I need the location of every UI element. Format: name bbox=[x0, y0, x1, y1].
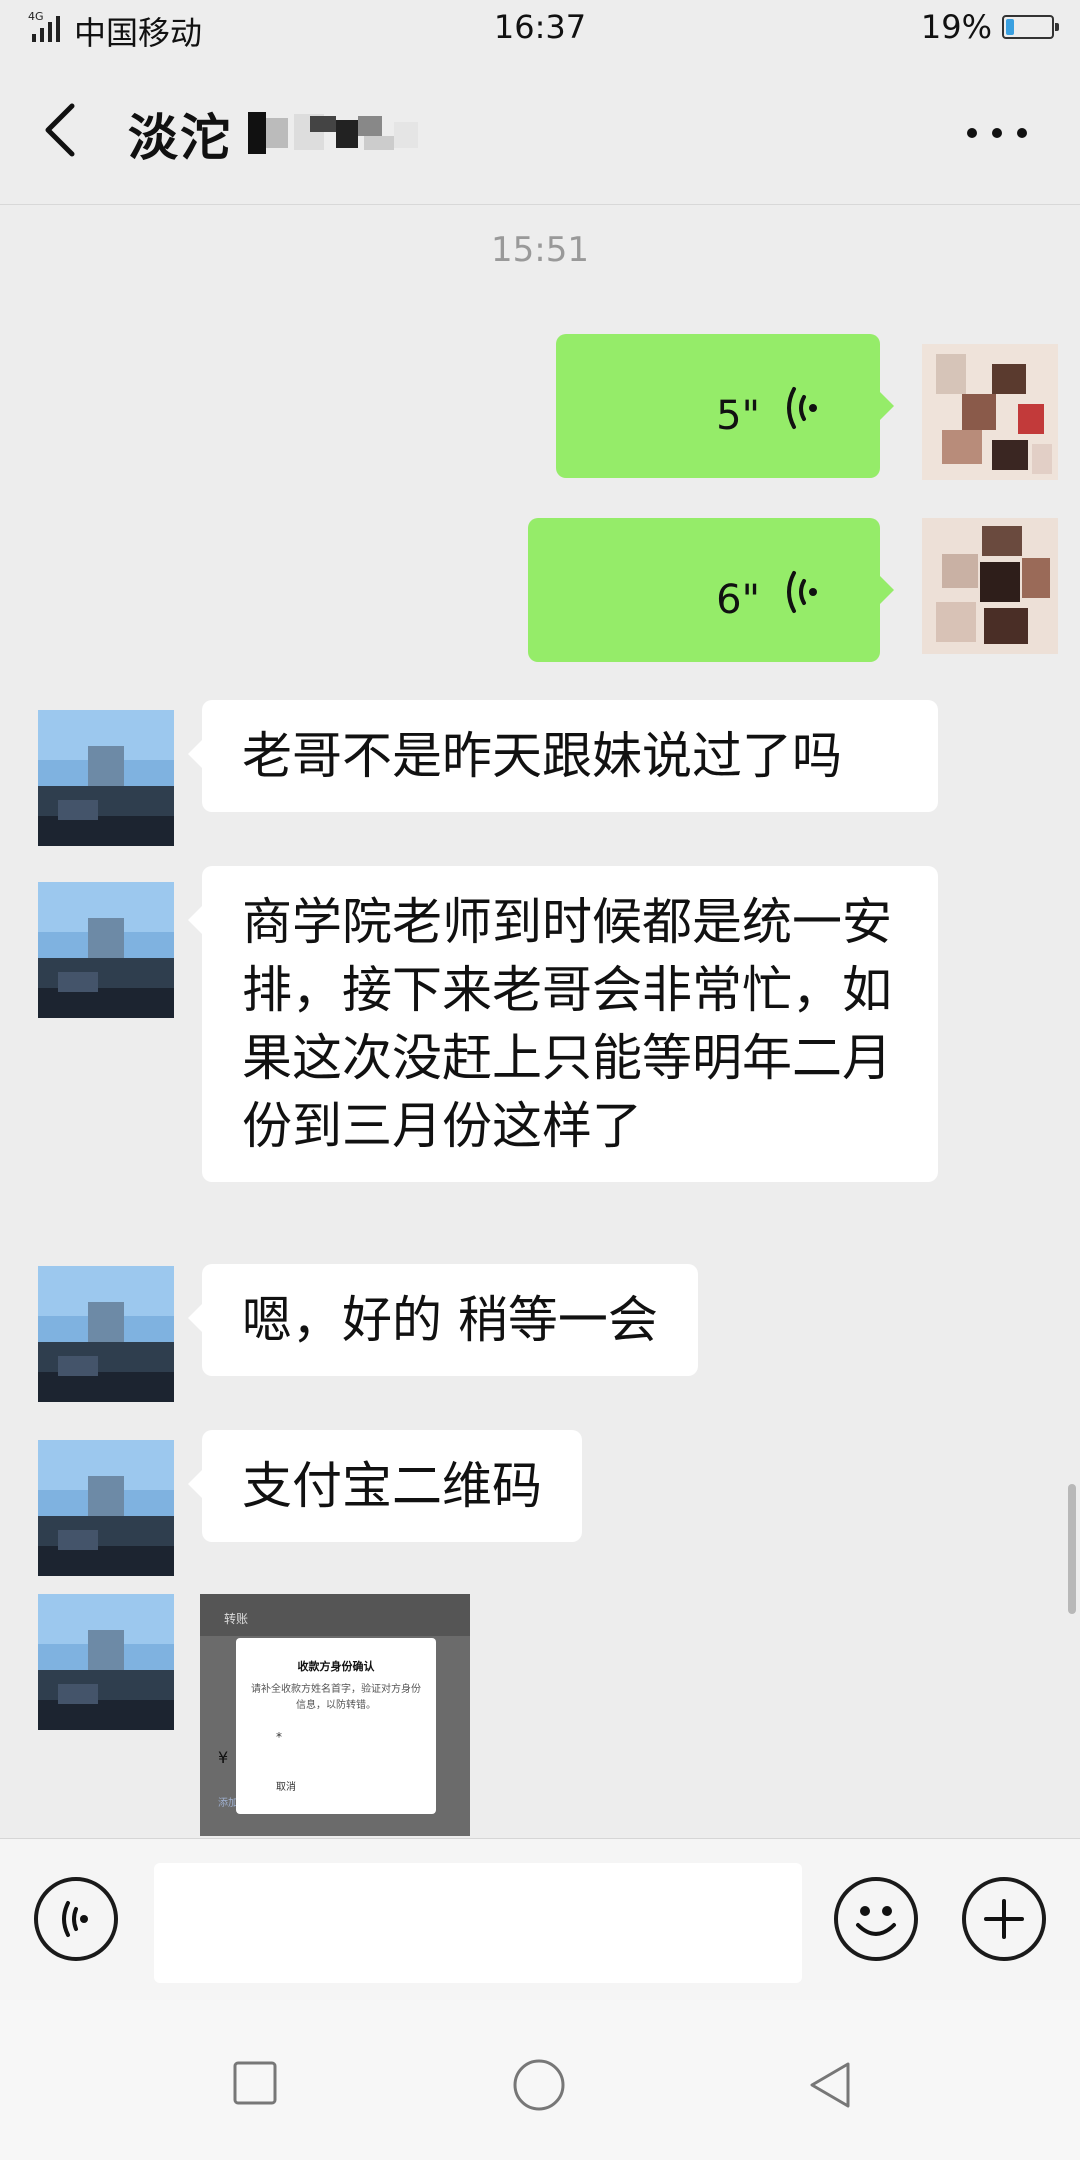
message-text: 支付宝二维码 bbox=[242, 1457, 542, 1515]
friend-avatar[interactable] bbox=[38, 710, 174, 846]
battery-icon bbox=[1002, 15, 1059, 39]
message-timestamp: 15:51 bbox=[491, 230, 589, 270]
received-text-message[interactable]: 老哥不是昨天跟妹说过了吗 bbox=[188, 700, 938, 812]
message-text-line: 排，接下来老哥会非常忙，如 bbox=[242, 961, 892, 1019]
message-text-line: 果这次没赶上只能等明年二月 bbox=[242, 1029, 892, 1087]
chat-scrollbar[interactable] bbox=[1068, 1484, 1076, 1614]
voice-wave-icon bbox=[780, 564, 824, 613]
friend-avatar[interactable] bbox=[38, 1594, 174, 1730]
more-dots-icon[interactable] bbox=[962, 118, 1032, 148]
message-text-line: 商学院老师到时候都是统一安 bbox=[242, 893, 892, 951]
thumbnail-dialog-title: 收款方身份确认 bbox=[297, 1660, 375, 1673]
message-input-bar bbox=[0, 1838, 1080, 2001]
square-recent-icon[interactable] bbox=[232, 2060, 278, 2110]
received-text-message[interactable]: 支付宝二维码 bbox=[188, 1430, 582, 1542]
status-bar: 4G 中国移动 16:37 19% bbox=[0, 0, 1080, 56]
friend-avatar[interactable] bbox=[38, 1440, 174, 1576]
battery-percent: 19% bbox=[920, 8, 992, 46]
thumbnail-dialog-input: * bbox=[276, 1730, 282, 1744]
emoji-icon[interactable] bbox=[834, 1877, 918, 1961]
message-text-field[interactable] bbox=[154, 1863, 802, 1983]
voice-message-bubble[interactable]: 5" bbox=[556, 334, 894, 478]
voice-input-icon[interactable] bbox=[34, 1877, 118, 1961]
thumbnail-screen-title: 转账 bbox=[224, 1612, 249, 1626]
image-message-thumbnail[interactable]: 转账 ¥ 添加转账说明 收款方身份确认 请补全收款方姓名首字，验证对方身份信息，… bbox=[200, 1594, 470, 1836]
chat-title: 淡沱 bbox=[128, 109, 232, 167]
received-text-message[interactable]: 嗯，好的 稍等一会 bbox=[188, 1264, 698, 1376]
back-chevron-icon[interactable] bbox=[38, 100, 82, 160]
voice-wave-icon bbox=[780, 380, 824, 429]
thumbnail-dialog-body: 请补全收款方姓名首字，验证对方身份信息，以防转错。 bbox=[251, 1684, 421, 1711]
redacted-name-area bbox=[248, 110, 448, 156]
received-text-message[interactable]: 商学院老师到时候都是统一安 排，接下来老哥会非常忙，如 果这次没赶上只能等明年二… bbox=[188, 866, 938, 1182]
voice-duration: 6" bbox=[716, 577, 760, 623]
triangle-back-icon[interactable] bbox=[806, 2060, 852, 2114]
plus-icon[interactable] bbox=[962, 1877, 1046, 1961]
voice-duration: 5" bbox=[716, 393, 760, 439]
thumbnail-dialog-cancel: 取消 bbox=[276, 1782, 296, 1793]
circle-home-icon[interactable] bbox=[512, 2058, 566, 2116]
friend-avatar[interactable] bbox=[38, 882, 174, 1018]
message-text: 嗯，好的 稍等一会 bbox=[242, 1291, 658, 1349]
battery-indicator: 19% bbox=[920, 8, 1059, 46]
chat-header: 淡沱 bbox=[0, 56, 1080, 205]
status-time: 16:37 bbox=[493, 8, 587, 46]
thumbnail-amount-symbol: ¥ bbox=[218, 1748, 229, 1767]
voice-message-bubble[interactable]: 6" bbox=[528, 518, 894, 662]
message-text: 老哥不是昨天跟妹说过了吗 bbox=[242, 727, 842, 785]
thumbnail-dialog: 收款方身份确认 请补全收款方姓名首字，验证对方身份信息，以防转错。 * 取消 bbox=[236, 1638, 436, 1814]
system-nav-bar bbox=[0, 2000, 1080, 2160]
friend-avatar[interactable] bbox=[38, 1266, 174, 1402]
message-text-line: 份到三月份这样了 bbox=[242, 1097, 642, 1155]
my-avatar[interactable] bbox=[922, 344, 1058, 480]
my-avatar[interactable] bbox=[922, 518, 1058, 654]
